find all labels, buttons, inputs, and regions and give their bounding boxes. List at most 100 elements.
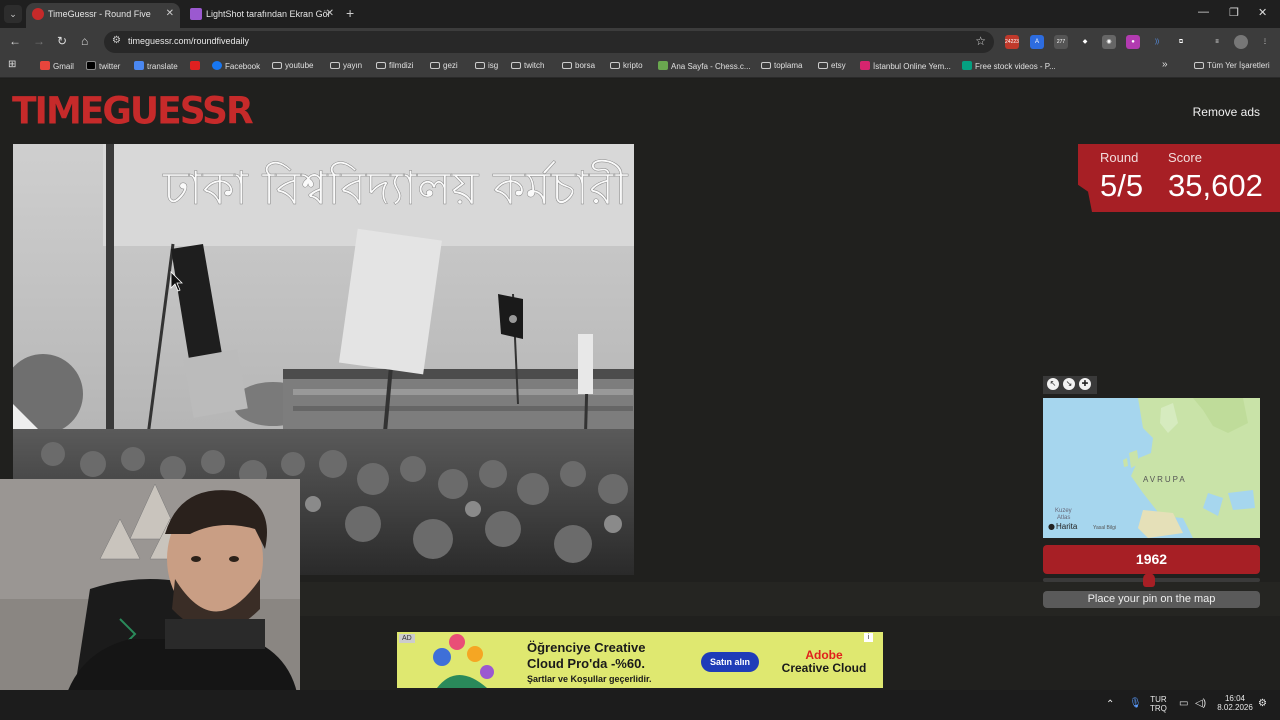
browser-tab-strip: ⌄ TimeGuessr - Round Five ✕ LightShot ta… — [0, 0, 1280, 28]
bookmark-folder-filmdizi[interactable]: filmdizi — [376, 61, 413, 70]
back-icon[interactable]: ← — [9, 34, 21, 48]
folder-icon — [475, 62, 485, 69]
tab-timeguessr[interactable]: TimeGuessr - Round Five ✕ — [26, 3, 180, 28]
window-close-icon[interactable]: ✕ — [1258, 6, 1267, 19]
extension-badge-icon[interactable]: 24223 — [1005, 35, 1019, 49]
timeguessr-logo[interactable]: TIMEGUESSR — [12, 90, 254, 133]
site-info-icon[interactable]: ⚙ — [112, 35, 121, 46]
bookmark-folder-borsa[interactable]: borsa — [562, 61, 595, 70]
bookmark-folder-etsy[interactable]: etsy — [818, 61, 846, 70]
bookmark-folder-gezi[interactable]: gezi — [430, 61, 458, 70]
puzzle-extensions-icon[interactable]: ⧉ — [1174, 35, 1188, 49]
year-slider-thumb[interactable] — [1143, 573, 1155, 587]
browser-toolbar: ← → ↻ ⌂ ⚙ timeguessr.com/roundfivedaily … — [0, 28, 1280, 56]
volume-icon[interactable]: ◁) — [1195, 698, 1206, 709]
facebook-icon — [212, 61, 222, 70]
folder-icon — [1194, 62, 1204, 69]
purple-extension-icon[interactable]: ● — [1126, 35, 1140, 49]
folder-icon — [330, 62, 340, 69]
bookmark-istanbul-yemek[interactable]: İstanbul Online Yem... — [860, 61, 951, 71]
profile-avatar-icon[interactable] — [1234, 35, 1248, 49]
translate-extension-icon[interactable]: A — [1030, 35, 1044, 49]
ad-headline-2: Cloud Pro'da -%60. — [527, 656, 645, 671]
eye-extension-icon[interactable]: ◉ — [1102, 35, 1116, 49]
minimize-icon[interactable]: — — [1198, 6, 1209, 18]
bookmark-pexels[interactable]: Free stock videos - P... — [962, 61, 1056, 71]
forward-icon[interactable]: → — [33, 34, 45, 48]
bookmark-folder-toplama[interactable]: toplama — [761, 61, 802, 70]
chess-icon — [658, 61, 668, 70]
tray-overflow-icon[interactable]: ⌃ — [1106, 699, 1114, 710]
close-tab-icon[interactable]: ✕ — [166, 3, 174, 25]
bookmark-folder-isg[interactable]: isg — [475, 61, 498, 70]
map-legal-link[interactable]: Yasal Bilgi — [1093, 525, 1116, 531]
all-bookmarks[interactable]: Tüm Yer İşaretleri — [1194, 61, 1270, 70]
bookmark-folder-kripto[interactable]: kripto — [610, 61, 643, 70]
map-brand: Harita — [1056, 522, 1078, 531]
remove-ads-link[interactable]: Remove ads — [1193, 105, 1260, 119]
expand-map-icon[interactable]: ↖ — [1047, 378, 1059, 390]
map-label-kuzey: Kuzey — [1055, 508, 1072, 514]
pin-map-icon[interactable]: ✚ — [1079, 378, 1091, 390]
bookmark-gmail[interactable]: Gmail — [40, 61, 74, 71]
apps-grid-icon[interactable]: ⊞ — [8, 59, 16, 70]
map-label-avrupa: AVRUPA — [1143, 475, 1187, 484]
map-label-atlas: Atlas — [1057, 515, 1070, 521]
bookmark-youtube[interactable] — [190, 61, 203, 71]
notification-icon[interactable]: ⚙ — [1258, 698, 1267, 709]
counter-extension-icon[interactable]: 277 — [1054, 35, 1068, 49]
bookmark-translate[interactable]: translate — [134, 61, 178, 71]
apple-icon: ● — [1048, 522, 1055, 531]
ad-close-icon[interactable]: i — [864, 633, 873, 642]
score-label: Score — [1168, 150, 1202, 165]
tab-search-button[interactable]: ⌄ — [4, 5, 22, 23]
address-bar[interactable]: ⚙ timeguessr.com/roundfivedaily ☆ — [104, 31, 994, 53]
reload-icon[interactable]: ↻ — [57, 34, 67, 48]
guess-map[interactable]: AVRUPA Kuzey Atlas Harita ● Yasal Bilgi — [1043, 398, 1260, 538]
bookmark-folder-twitch[interactable]: twitch — [511, 61, 544, 70]
restore-icon[interactable]: ❐ — [1229, 6, 1239, 19]
close-tab-icon[interactable]: ✕ — [326, 3, 334, 25]
ad-buy-button[interactable]: Satın alın — [701, 652, 759, 672]
bookmark-chess[interactable]: Ana Sayfa - Chess.c... — [658, 61, 751, 71]
microphone-icon[interactable]: 🎙 — [1129, 698, 1142, 709]
ad-brand-creative-cloud: Creative Cloud — [781, 661, 867, 675]
audio-extension-icon[interactable]: )) — [1150, 35, 1164, 49]
map-toolbar: ↖ ↘ ✚ — [1043, 376, 1097, 394]
tab-lightshot[interactable]: LightShot tarafından Ekran Gör ✕ — [184, 3, 340, 28]
bookmark-facebook[interactable]: Facebook — [212, 61, 260, 71]
translate-icon — [134, 61, 144, 70]
bookmarks-bar: ⊞ Gmail twitter translate Facebook youtu… — [0, 56, 1280, 78]
ad-illustration-icon — [433, 634, 494, 688]
bookmark-twitter[interactable]: twitter — [86, 61, 120, 71]
network-icon[interactable]: ▭ — [1179, 698, 1188, 709]
folder-icon — [376, 62, 386, 69]
date-text: 8.02.2026 — [1217, 703, 1253, 712]
tab-title: LightShot tarafından Ekran Gör — [206, 9, 331, 19]
bookmark-star-icon[interactable]: ☆ — [975, 34, 986, 48]
bookmark-folder-yayin[interactable]: yayın — [330, 61, 362, 70]
shrink-map-icon[interactable]: ↘ — [1063, 378, 1075, 390]
lightshot-favicon-icon — [190, 8, 202, 20]
webcam-overlay — [0, 479, 300, 720]
menu-kebab-icon[interactable]: ⋮ — [1258, 35, 1272, 49]
folder-icon — [430, 62, 440, 69]
place-pin-button[interactable]: Place your pin on the map — [1043, 591, 1260, 608]
year-display: 1962 — [1043, 545, 1260, 574]
new-tab-button[interactable]: + — [346, 5, 354, 21]
banner-text: ঢাকা বিশ্ববিদ্যালয় কর্মচারী — [162, 159, 628, 215]
adobe-ad-banner[interactable]: AD Öğrenciye Creative Cloud Pro'da -%60.… — [397, 632, 883, 688]
timeguessr-favicon-icon — [32, 8, 44, 20]
bookmark-folder-youtube[interactable]: youtube — [272, 61, 313, 70]
score-value: 35,602 — [1168, 168, 1263, 203]
folder-icon — [761, 62, 771, 69]
gmail-icon — [40, 61, 50, 70]
home-icon[interactable]: ⌂ — [81, 34, 88, 48]
media-control-icon[interactable]: ≡ — [1210, 35, 1224, 49]
clock[interactable]: 16:04 8.02.2026 — [1213, 694, 1257, 712]
ad-terms: Şartlar ve Koşullar geçerlidir. — [527, 674, 652, 684]
diamond-extension-icon[interactable]: ◆ — [1078, 35, 1092, 49]
bookmarks-overflow-icon[interactable]: » — [1162, 59, 1168, 70]
language-indicator[interactable]: TUR TRQ — [1150, 695, 1167, 713]
folder-icon — [562, 62, 572, 69]
